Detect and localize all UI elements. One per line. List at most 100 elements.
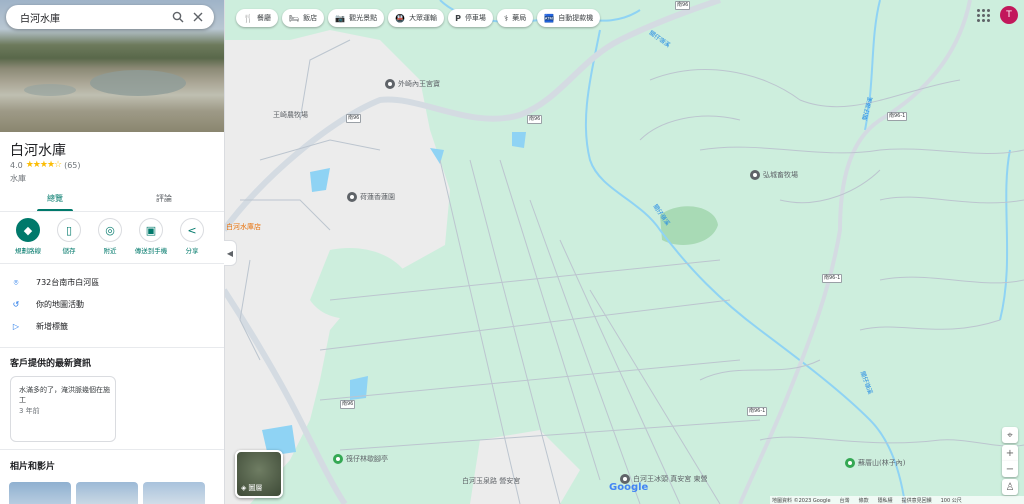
category-chips: 🍴 餐廳 🛏 飯店 📷 觀光景點 🚇 大眾運輸 P 停車場 ⚕ 藥局 🏧 自動提款機 [236,9,601,27]
collapse-panel-button[interactable]: ◀ [224,240,237,266]
address-row[interactable]: ⌾ 732台南市白河區 [10,277,100,288]
poi-garden[interactable]: 荷蓮香蓮園 [347,192,395,202]
hero-water-shape [24,84,76,96]
label-icon: ▷ [12,322,20,331]
chip-parking[interactable]: P 停車場 [448,9,493,27]
photo-thumbnail[interactable] [9,482,71,504]
street-view-pegman[interactable]: ♙ [1002,479,1018,495]
chip-attractions[interactable]: 📷 觀光景點 [328,9,385,27]
place-title: 白河水庫 [10,143,66,159]
layers-button[interactable]: ◈ 圖層 [235,450,283,498]
fork-knife-icon: 🍴 [243,13,253,23]
share-button[interactable]: < 分享 [170,218,214,255]
privacy-link[interactable]: 隱私權 [878,497,893,504]
close-icon[interactable] [188,7,208,27]
tab-reviews[interactable]: 評論 [134,187,194,211]
divider [0,347,224,348]
poi-temple[interactable]: 外崎內王宮寶 [385,79,440,89]
plus-icon: + [1005,447,1015,459]
chip-hotels[interactable]: 🛏 飯店 [281,9,325,27]
location-pin-icon: ⌾ [13,277,19,287]
chip-label: 餐廳 [256,14,271,22]
road-badge: 南96 [527,115,543,124]
poi-ranch-2-label: 弘城畜牧場 [763,171,798,179]
chip-label: 藥局 [512,14,527,22]
update-card[interactable]: 水滿多的了，淹洪脈幾個在施工 3 年前 [10,376,116,442]
mountain-pin-icon [845,458,855,468]
chip-label: 自動提款機 [558,14,594,22]
update-text: 水滿多的了，淹洪脈幾個在施工 [19,386,110,404]
crosshair-icon: ⌖ [1007,429,1013,441]
my-location-button[interactable]: ⌖ [1002,427,1018,443]
search-input[interactable] [18,10,168,24]
action-row: ◆ 規劃路線 ▯ 儲存 ◎ 附近 ▣ 傳送到手機 < 分享 [0,218,224,258]
search-box [6,5,214,29]
add-label-row[interactable]: ▷ 新增標籤 [10,321,68,332]
poi-ranch-2[interactable]: 弘城畜牧場 [750,170,798,180]
place-tabs: 總覽 評論 [0,187,224,212]
chip-label: 觀光景點 [349,14,378,22]
atm-icon: 🏧 [544,13,555,23]
attribution-country[interactable]: 台灣 [840,497,850,504]
place-rating[interactable]: 4.0 ★★★★☆ (65) [10,160,81,170]
review-count[interactable]: (65) [64,161,80,170]
pegman-icon: ♙ [1005,481,1015,493]
apps-grid-icon[interactable] [976,8,990,22]
save-label: 儲存 [62,247,76,255]
zoom-out-button[interactable]: − [1002,461,1018,477]
chip-label: 停車場 [464,14,486,22]
minus-icon: − [1005,463,1015,475]
camera-icon: 📷 [335,13,346,23]
send-to-phone-button[interactable]: ▣ 傳送到手機 [129,218,173,255]
photos-heading: 相片和影片 [10,462,56,472]
map-activity-row[interactable]: ↺ 你的地圖活動 [10,299,84,310]
directions-button[interactable]: ◆ 規劃路線 [6,218,50,255]
layers-label: 圖層 [248,484,263,492]
poi-pavilion[interactable]: 筏仔林歇腳亭 [333,454,388,464]
nearby-label: 附近 [103,247,117,255]
chip-atm[interactable]: 🏧 自動提款機 [537,9,601,27]
add-label-text: 新增標籤 [36,322,68,331]
place-type[interactable]: 水庫 [10,173,26,184]
history-icon: ↺ [12,300,20,309]
tab-overview[interactable]: 總覽 [25,187,85,211]
poi-ranch-1[interactable]: 王崎農牧場 [273,110,308,120]
parking-icon: P [455,13,461,23]
poi-mountain[interactable]: 蘇厝山(林子內) [845,458,905,468]
train-icon: 🚇 [395,13,406,23]
layers-icon: ◈ [241,484,247,492]
road-badge: 南96 [340,400,356,409]
feedback-link[interactable]: 提供意見回饋 [902,497,932,504]
bed-icon: 🛏 [288,13,300,23]
terms-link[interactable]: 條款 [859,497,869,504]
chip-restaurants[interactable]: 🍴 餐廳 [236,9,278,27]
place-pin-icon [347,192,357,202]
save-button[interactable]: ▯ 儲存 [47,218,91,255]
road-badge: 南96 [346,114,362,123]
zoom-in-button[interactable]: + [1002,445,1018,461]
google-logo: Google [609,482,649,493]
place-pin-icon [750,170,760,180]
layers-caption: ◈ 圖層 [241,483,262,493]
photo-thumbnail[interactable] [76,482,138,504]
update-time: 3 年前 [19,407,40,415]
chip-transit[interactable]: 🚇 大眾運輸 [388,9,445,27]
road-badge: 南96 [675,1,691,10]
chip-label: 大眾運輸 [409,14,438,22]
search-icon[interactable] [168,7,188,27]
map-activity-text: 你的地圖活動 [36,300,84,309]
account-avatar[interactable]: T [1000,6,1018,24]
chip-pharmacy[interactable]: ⚕ 藥局 [496,9,534,27]
photo-thumbnail[interactable] [143,482,205,504]
poi-orange[interactable]: 白河水庫店 [226,222,261,232]
road-badge: 南96-1 [822,274,843,283]
nearby-button[interactable]: ◎ 附近 [88,218,132,255]
poi-church[interactable]: 白河玉泉路 營安宮 [462,476,520,486]
road-badge: 南96-1 [747,407,768,416]
poi-pavilion-label: 筏仔林歇腳亭 [346,455,388,463]
attribution-text: 地圖資料 ©2023 Google [772,497,831,504]
send-to-phone-label: 傳送到手機 [134,247,168,255]
divider [0,449,224,450]
divider [0,263,224,264]
scale-bar[interactable]: 100 公尺 [941,497,962,504]
